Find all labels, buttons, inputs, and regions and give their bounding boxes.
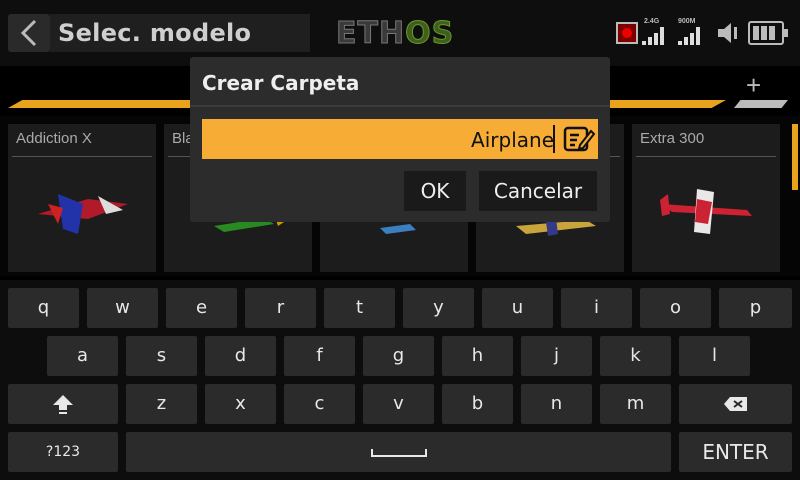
symbols-key[interactable]: ?123 [8, 432, 118, 472]
category-tab-add[interactable] [734, 100, 788, 108]
model-name: Extra 300 [640, 130, 705, 147]
space-key[interactable] [126, 432, 671, 472]
plus-icon[interactable]: + [746, 70, 761, 101]
backspace-key[interactable] [679, 384, 792, 424]
enter-key[interactable]: ENTER [679, 432, 792, 472]
edit-icon[interactable] [562, 123, 596, 155]
shift-icon [53, 395, 73, 414]
key-z[interactable]: z [126, 384, 197, 424]
create-folder-dialog: Crear Carpeta Airplane OK Cancelar [190, 57, 610, 222]
key-m[interactable]: m [600, 384, 671, 424]
key-s[interactable]: s [126, 336, 197, 376]
back-button[interactable] [8, 14, 50, 52]
speaker-icon [718, 23, 737, 43]
key-l[interactable]: l [679, 336, 750, 376]
key-j[interactable]: j [521, 336, 592, 376]
key-i[interactable]: i [561, 288, 632, 328]
ethos-logo: ETHOS [335, 16, 455, 52]
back-icon [20, 19, 37, 47]
key-t[interactable]: t [324, 288, 395, 328]
signal-icon-900m [678, 27, 700, 45]
shift-key[interactable] [8, 384, 118, 424]
model-card[interactable]: Addiction X [8, 124, 156, 272]
key-k[interactable]: k [600, 336, 671, 376]
airplane-image [660, 189, 752, 234]
backspace-icon [723, 397, 747, 411]
card-divider [12, 156, 152, 157]
logo-eth: ETH [335, 16, 406, 52]
text-cursor [553, 125, 555, 153]
model-name: Addiction X [16, 130, 92, 147]
key-y[interactable]: y [403, 288, 474, 328]
airplane-image [38, 194, 128, 234]
dialog-title: Crear Carpeta [202, 71, 360, 95]
model-card[interactable]: Extra 300 [632, 124, 780, 272]
key-e[interactable]: e [166, 288, 237, 328]
key-o[interactable]: o [640, 288, 711, 328]
key-c[interactable]: c [284, 384, 355, 424]
record-icon [616, 22, 638, 44]
cancel-button[interactable]: Cancelar [479, 171, 597, 211]
status-area: 2.4G 900M [612, 14, 796, 52]
rx-label-24g: 2.4G [644, 18, 660, 25]
key-g[interactable]: g [363, 336, 434, 376]
key-h[interactable]: h [442, 336, 513, 376]
key-d[interactable]: d [205, 336, 276, 376]
key-v[interactable]: v [363, 384, 434, 424]
dialog-divider [190, 105, 610, 107]
scrollbar[interactable] [792, 124, 798, 190]
logo-os: OS [405, 16, 455, 52]
battery-icon [748, 21, 788, 45]
on-screen-keyboard: q w e r t y u i o p a s d f g h j k l z … [0, 280, 800, 480]
folder-name-value: Airplane [471, 128, 554, 152]
page-title: Selec. modelo [58, 19, 252, 47]
key-q[interactable]: q [8, 288, 79, 328]
space-icon [370, 449, 427, 457]
key-p[interactable]: p [719, 288, 792, 328]
card-divider [636, 156, 776, 157]
key-f[interactable]: f [284, 336, 355, 376]
key-b[interactable]: b [442, 384, 513, 424]
key-a[interactable]: a [47, 336, 118, 376]
folder-name-input[interactable]: Airplane [202, 119, 598, 159]
signal-icon [642, 27, 664, 45]
key-n[interactable]: n [521, 384, 592, 424]
key-r[interactable]: r [245, 288, 316, 328]
key-u[interactable]: u [482, 288, 553, 328]
key-w[interactable]: w [87, 288, 158, 328]
rx-label-900m: 900M [678, 18, 696, 25]
key-x[interactable]: x [205, 384, 276, 424]
ok-button[interactable]: OK [404, 171, 466, 211]
